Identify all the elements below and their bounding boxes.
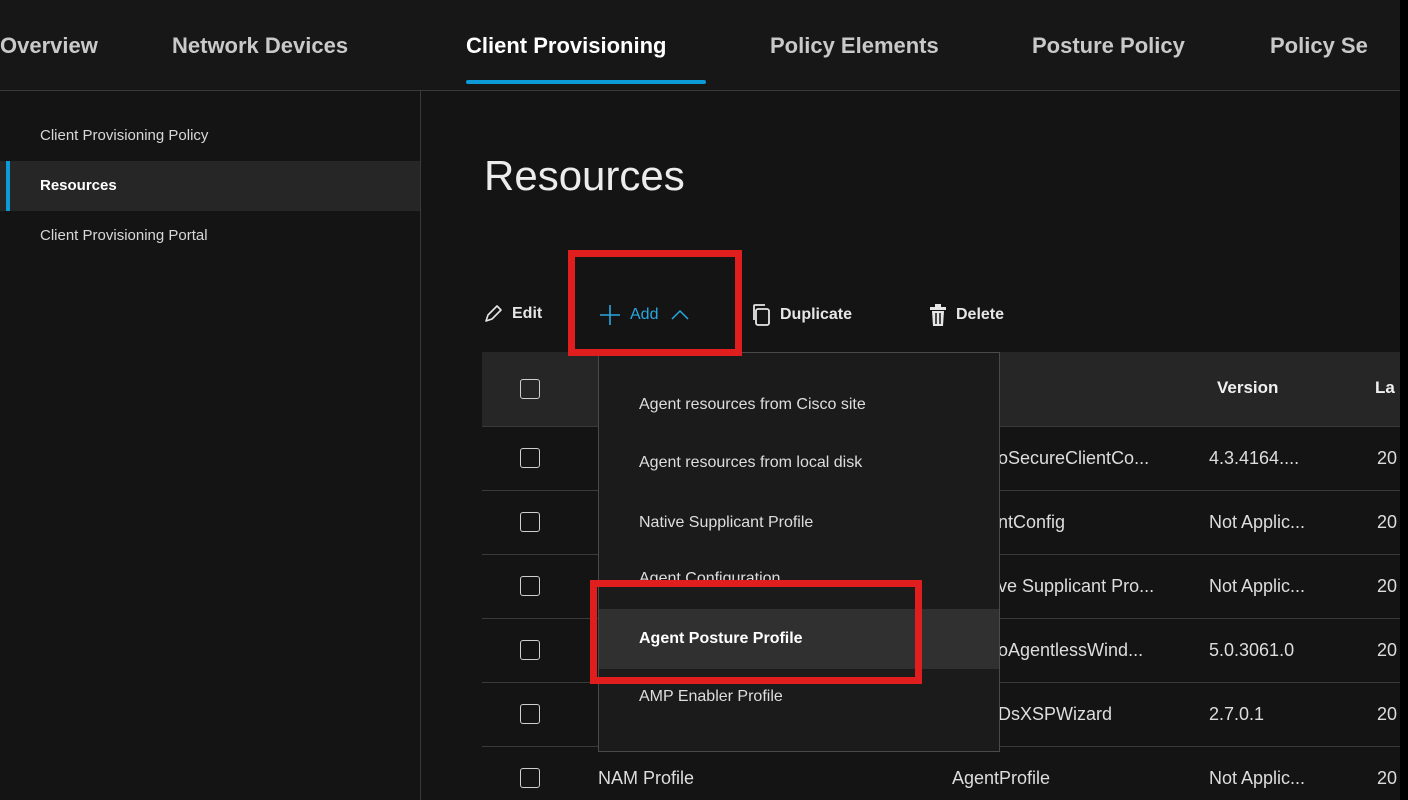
cell-type: DsXSPWizard — [998, 704, 1113, 724]
duplicate-button[interactable]: Duplicate — [752, 303, 852, 327]
cell-version: Not Applic... — [1209, 576, 1306, 596]
row-checkbox[interactable] — [520, 512, 540, 532]
row-checkbox[interactable] — [520, 576, 540, 596]
active-tab-indicator — [466, 80, 706, 84]
sidebar-item-client-provisioning-policy[interactable]: Client Provisioning Policy — [0, 111, 420, 161]
tab-policy-sets[interactable]: Policy Se — [1270, 33, 1368, 59]
menu-item-agent-resources-local-disk[interactable]: Agent resources from local disk — [599, 433, 999, 493]
delete-label: Delete — [956, 306, 1005, 323]
tab-network-devices[interactable]: Network Devices — [172, 33, 348, 59]
plus-icon — [598, 303, 622, 327]
cell-type: oSecureClientCo... — [998, 448, 1150, 468]
cell-last-update: 20 — [1377, 640, 1398, 660]
sidebar-item-resources[interactable]: Resources — [0, 161, 420, 211]
cell-version: 2.7.0.1 — [1209, 704, 1265, 724]
menu-item-agent-posture-profile[interactable]: Agent Posture Profile — [599, 609, 999, 669]
cell-version: 4.3.4164.... — [1209, 448, 1300, 468]
cell-type: oAgentlessWind... — [998, 640, 1144, 660]
cell-name: NAM Profile — [598, 768, 695, 788]
trash-icon — [928, 303, 948, 327]
add-button[interactable]: Add — [598, 303, 690, 327]
cell-type: ve Supplicant Pro... — [998, 576, 1155, 596]
sidebar-item-client-provisioning-portal[interactable]: Client Provisioning Portal — [0, 211, 420, 261]
cell-last-update: 20 — [1377, 768, 1398, 788]
menu-item-amp-enabler-profile[interactable]: AMP Enabler Profile — [599, 667, 999, 727]
add-label: Add — [630, 306, 659, 323]
tab-overview[interactable]: Overview — [0, 33, 98, 59]
column-header-version[interactable]: Version — [1217, 378, 1278, 398]
chevron-up-icon — [670, 308, 690, 322]
row-checkbox[interactable] — [520, 640, 540, 660]
cell-last-update: 20 — [1377, 576, 1398, 596]
cell-last-update: 20 — [1377, 704, 1398, 724]
column-header-last-update[interactable]: La — [1375, 378, 1395, 398]
delete-button[interactable]: Delete — [928, 303, 1004, 327]
edit-button[interactable]: Edit — [482, 303, 542, 325]
select-all-checkbox[interactable] — [520, 379, 540, 399]
cell-last-update: 20 — [1377, 512, 1398, 532]
menu-item-agent-resources-cisco-site[interactable]: Agent resources from Cisco site — [599, 375, 999, 435]
cell-type: AgentProfile — [952, 768, 1051, 788]
tab-posture-policy[interactable]: Posture Policy — [1032, 33, 1185, 59]
page-title: Resources — [484, 152, 685, 199]
add-dropdown-menu: Agent resources from Cisco site Agent re… — [598, 352, 1000, 752]
table-row[interactable]: NAM Profile AgentProfile Not Applic... 2… — [482, 747, 1400, 800]
top-nav: Overview Network Devices Client Provisio… — [0, 0, 1400, 91]
duplicate-label: Duplicate — [780, 306, 853, 323]
tab-policy-elements[interactable]: Policy Elements — [770, 33, 939, 59]
cell-version: Not Applic... — [1209, 512, 1306, 532]
menu-item-agent-configuration[interactable]: Agent Configuration — [599, 549, 999, 609]
sidebar: Client Provisioning Policy Resources Cli… — [0, 91, 421, 800]
cell-last-update: 20 — [1377, 448, 1398, 468]
edit-label: Edit — [512, 305, 543, 322]
tab-client-provisioning[interactable]: Client Provisioning — [466, 33, 666, 59]
app-window: Overview Network Devices Client Provisio… — [0, 0, 1400, 800]
cell-type: ntConfig — [998, 512, 1066, 532]
cell-version: Not Applic... — [1209, 768, 1306, 788]
row-checkbox[interactable] — [520, 704, 540, 724]
row-checkbox[interactable] — [520, 768, 540, 788]
duplicate-icon — [752, 303, 772, 327]
menu-item-native-supplicant-profile[interactable]: Native Supplicant Profile — [599, 493, 999, 553]
pencil-icon — [482, 303, 504, 325]
row-checkbox[interactable] — [520, 448, 540, 468]
cell-version: 5.0.3061.0 — [1209, 640, 1295, 660]
